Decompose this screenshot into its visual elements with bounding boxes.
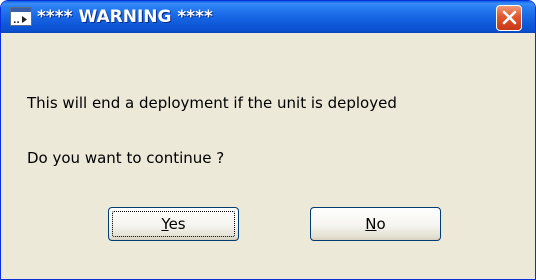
application-icon[interactable]: .. [10, 7, 32, 26]
title-bar[interactable]: .. **** WARNING **** [1, 1, 535, 33]
no-label-rest: o [376, 215, 386, 233]
svg-text:..: .. [13, 16, 20, 26]
close-icon [502, 10, 517, 25]
message-line-1: This will end a deployment if the unit i… [27, 94, 397, 112]
message-line-2: Do you want to continue ? [27, 149, 225, 167]
yes-mnemonic: Y [161, 215, 169, 233]
window-title: **** WARNING **** [37, 7, 213, 27]
no-button-label: No [365, 215, 385, 233]
yes-button[interactable]: Yes [108, 207, 239, 241]
dialog-body: This will end a deployment if the unit i… [4, 33, 532, 276]
no-mnemonic: N [365, 215, 377, 233]
app-icon-glyph: .. [13, 16, 27, 26]
no-button[interactable]: No [310, 207, 441, 241]
close-button[interactable] [496, 5, 522, 31]
yes-label-rest: es [168, 215, 186, 233]
warning-dialog: .. **** WARNING **** This will end a dep… [0, 0, 536, 280]
yes-button-label: Yes [161, 215, 185, 233]
